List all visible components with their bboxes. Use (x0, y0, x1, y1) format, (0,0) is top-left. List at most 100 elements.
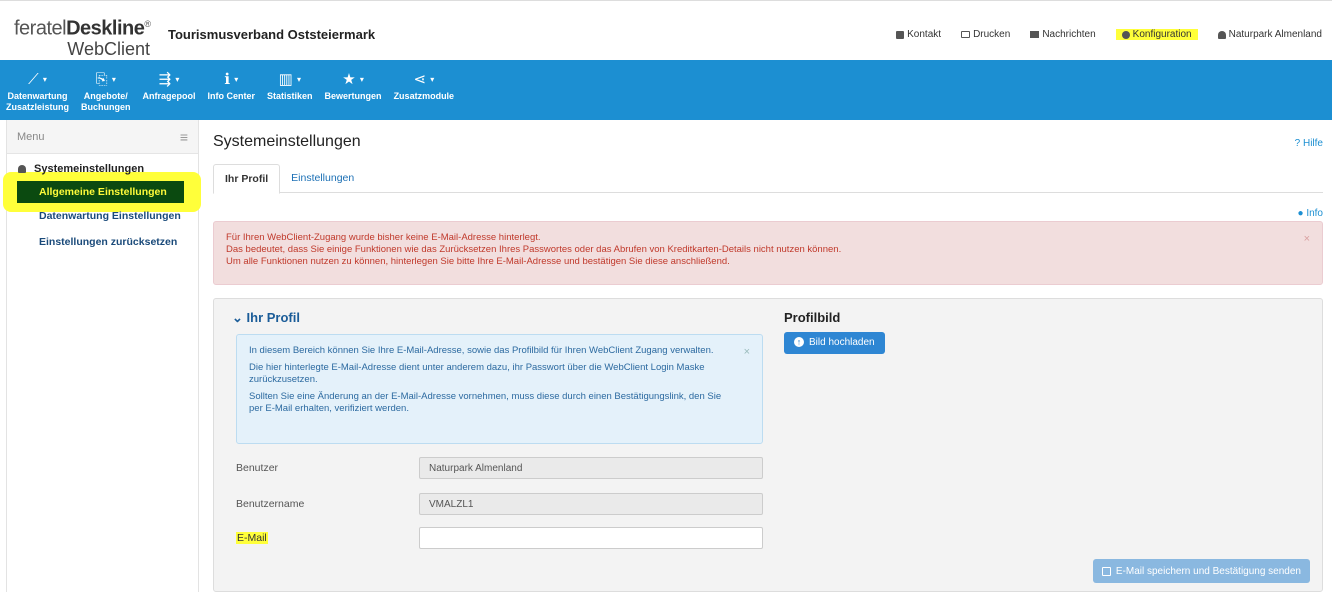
upload-label: Bild hochladen (809, 337, 875, 348)
hamburger-icon[interactable]: ≡ (180, 129, 188, 145)
print-label: Drucken (973, 29, 1011, 40)
configuration-label: Konfiguration (1132, 29, 1192, 40)
mail-icon (1030, 31, 1040, 38)
user-name: Naturpark Almenland (1228, 29, 1322, 40)
alert-line: Das bedeutet, dass Sie einige Funktionen… (226, 244, 842, 255)
sidebar-section-systemeinstellungen[interactable]: Systemeinstellungen (7, 154, 198, 175)
nav-icon-glyph: ⇶ (158, 71, 172, 88)
logo-text-deskline: Deskline (66, 17, 145, 40)
info-icon: ℹ ▾ (224, 71, 239, 88)
sidebar-item-einstellungen-zuruecksetzen[interactable]: Einstellungen zurücksetzen (7, 232, 198, 252)
nav-label: Angebote/ (83, 91, 128, 101)
top-links: Kontakt Drucken Nachrichten Konfiguratio… (876, 29, 1322, 40)
page-title: Systemeinstellungen (213, 133, 361, 150)
nav-icon-glyph: ★ (342, 71, 356, 88)
nav-zusatzmodule[interactable]: ⋖ ▾ Zusatzmodule (388, 60, 461, 120)
sidebar-item-allgemeine-einstellungen[interactable]: Allgemeine Einstellungen (17, 181, 184, 203)
configuration-link[interactable]: Konfiguration (1115, 29, 1198, 40)
nav-label: Statistiken (267, 91, 313, 101)
nav-label: Info Center (207, 91, 256, 101)
organization-title: Tourismusverband Oststeiermark (168, 27, 376, 42)
section-label: Systemeinstellungen (34, 163, 145, 175)
email-input[interactable] (419, 527, 763, 549)
profile-info-box: In diesem Bereich können Sie Ihre E-Mail… (236, 334, 763, 444)
print-link[interactable]: Drucken (961, 29, 1010, 40)
nav-label: Datenwartung (7, 91, 68, 101)
form-row-benutzername: Benutzername VMALZL1 (236, 493, 763, 515)
tab-ihr-profil[interactable]: Ihr Profil (213, 164, 281, 194)
info-paragraph: Die hier hinterlegte E-Mail-Adresse dien… (249, 362, 705, 385)
nav-label: Anfragepool (142, 91, 196, 101)
info-circle-icon: ● (1297, 208, 1304, 219)
contact-label: Kontakt (907, 29, 942, 40)
nav-icon-glyph: ⟋ (28, 71, 39, 88)
nav-icon-glyph: ▥ (278, 71, 293, 88)
messages-link[interactable]: Nachrichten (1030, 29, 1096, 40)
bar-chart-icon: ▥ ▾ (278, 71, 301, 88)
info-paragraph: Sollten Sie eine Änderung an der E-Mail-… (249, 391, 722, 414)
user-icon (1217, 30, 1226, 39)
logo-text-feratel: feratel (14, 17, 67, 40)
nav-label: Buchungen (81, 102, 131, 112)
form-row-benutzer: Benutzer Naturpark Almenland (236, 457, 763, 479)
share-icon: ⋖ ▾ (413, 71, 435, 88)
nav-angebote[interactable]: ⎘ ▾ Angebote/Buchungen (75, 60, 137, 120)
alert-line: Um alle Funktionen nutzen zu können, hin… (226, 256, 730, 267)
upload-icon: ↑ (794, 337, 804, 347)
save-icon (1101, 566, 1111, 576)
nav-label: Bewertungen (324, 91, 382, 101)
star-icon: ★ ▾ (342, 71, 364, 88)
field-label: Benutzer (236, 462, 279, 474)
nav-bewertungen[interactable]: ★ ▾ Bewertungen (319, 60, 388, 120)
inbox-icon: ⇶ ▾ (158, 71, 180, 88)
copy-icon: ⎘ ▾ (95, 71, 116, 88)
info-paragraph: In diesem Bereich können Sie Ihre E-Mail… (249, 345, 714, 356)
top-header: feratelDeskline® WebClient Tourismusverb… (0, 0, 1332, 60)
menu-label: Menu (17, 130, 45, 143)
contact-link[interactable]: Kontakt (896, 29, 941, 40)
field-label: E-Mail (236, 532, 268, 544)
panel-title[interactable]: ⌄ Ihr Profil (232, 310, 300, 326)
panel-title-label: Ihr Profil (246, 310, 300, 325)
chevron-down-icon: ⌄ (232, 310, 243, 325)
nav-label: Zusatzleistung (6, 102, 70, 112)
info-label: Info (1306, 208, 1323, 219)
nav-label: Zusatzmodule (393, 91, 455, 101)
email-missing-alert: Für Ihren WebClient-Zugang wurde bisher … (213, 221, 1323, 285)
nav-datenwartung[interactable]: ⟋ ▾ Datenwartung Zusatzleistung (0, 60, 75, 120)
main-navigation: ⟋ ▾ Datenwartung Zusatzleistung ⎘ ▾ Angebot… (0, 60, 1332, 120)
benutzername-field: VMALZL1 (419, 493, 763, 515)
nav-info-center[interactable]: ℹ ▾ Info Center (202, 60, 262, 120)
tag-icon: ⟋ ▾ (28, 71, 47, 88)
messages-label: Nachrichten (1042, 29, 1096, 40)
main-content: Systemeinstellungen ? Hilfe Ihr Profil E… (213, 120, 1323, 592)
nav-anfragepool[interactable]: ⇶ ▾ Anfragepool (137, 60, 202, 120)
alert-line: Für Ihren WebClient-Zugang wurde bisher … (226, 232, 541, 243)
nav-statistiken[interactable]: ▥ ▾ Statistiken (261, 60, 319, 120)
logo-registered-mark: ® (144, 19, 151, 29)
sidebar-item-datenwartung-einstellungen[interactable]: Datenwartung Einstellungen (7, 206, 198, 226)
save-label: E-Mail speichern und Bestätigung senden (1115, 565, 1301, 577)
upload-image-button[interactable]: ↑ Bild hochladen (784, 332, 885, 354)
profilbild-title: Profilbild (784, 310, 841, 325)
logo-text-webclient: WebClient (67, 38, 150, 59)
user-menu[interactable]: Naturpark Almenland (1217, 29, 1322, 40)
close-icon[interactable]: × (1304, 233, 1310, 245)
nav-icon-glyph: ⎘ (95, 71, 108, 88)
tab-bar: Ihr Profil Einstellungen (213, 164, 1323, 194)
benutzer-field: Naturpark Almenland (419, 457, 763, 479)
gear-icon (1121, 30, 1130, 39)
tab-einstellungen[interactable]: Einstellungen (280, 164, 365, 192)
profile-panel: ⌄ Ihr Profil In diesem Bereich können Si… (213, 298, 1323, 592)
user-icon (18, 165, 26, 173)
sidebar: Menu ≡ Systemeinstellungen Allgemeine Ei… (3, 120, 201, 592)
close-icon[interactable]: × (744, 346, 750, 358)
save-email-button[interactable]: E-Mail speichern und Bestätigung senden (1092, 559, 1310, 583)
contact-icon (896, 30, 905, 39)
field-label: Benutzername (236, 498, 305, 510)
info-link[interactable]: ● Info (1297, 208, 1323, 219)
form-row-email: E-Mail (236, 527, 763, 549)
logo[interactable]: feratelDeskline® WebClient (14, 13, 164, 59)
print-icon (961, 31, 971, 38)
help-link[interactable]: ? Hilfe (1295, 138, 1323, 149)
